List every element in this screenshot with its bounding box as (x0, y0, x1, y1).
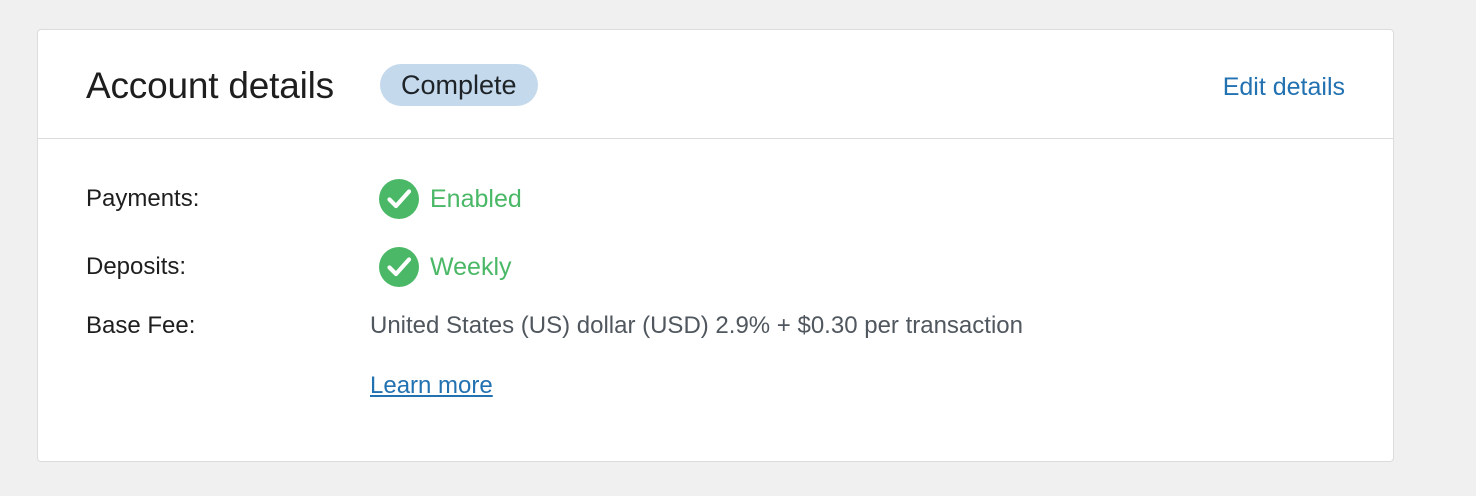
deposits-status: Weekly (379, 247, 512, 287)
deposits-label: Deposits: (86, 253, 187, 280)
account-details-card: Account details Complete Edit details Pa… (37, 29, 1394, 462)
check-circle-icon (379, 247, 419, 287)
deposits-status-text: Weekly (430, 253, 512, 281)
base-fee-value: United States (US) dollar (USD) 2.9% + $… (370, 312, 1023, 339)
payments-status: Enabled (379, 179, 522, 219)
card-header: Account details Complete Edit details (38, 30, 1393, 139)
check-circle-icon (379, 179, 419, 219)
base-fee-label: Base Fee: (86, 312, 196, 339)
card-body: Payments: Enabled Deposits: Weekly Base … (38, 139, 1393, 461)
learn-more-link[interactable]: Learn more (370, 370, 493, 402)
edit-details-link[interactable]: Edit details (1223, 69, 1345, 105)
status-badge: Complete (380, 64, 538, 106)
payments-label: Payments: (86, 185, 200, 212)
payments-status-text: Enabled (430, 185, 522, 213)
card-title: Account details (86, 65, 334, 106)
